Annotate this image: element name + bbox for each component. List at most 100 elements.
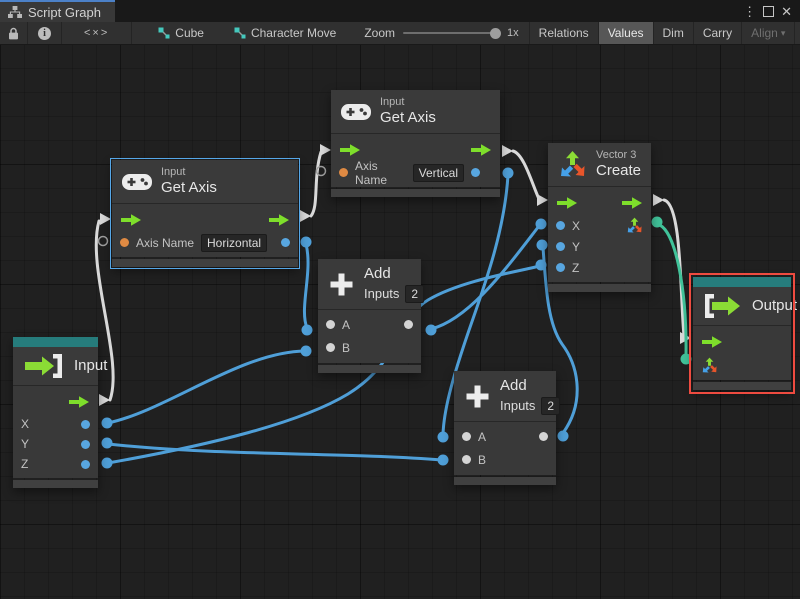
plus-icon <box>464 383 491 410</box>
node-row: Z <box>548 257 651 278</box>
node-get-axis-vertical[interactable]: Input Get Axis Axis Name Vertical <box>331 90 500 198</box>
node-add-2[interactable]: Add Inputs 2 A B <box>454 371 561 485</box>
node-header[interactable]: Output <box>693 287 797 326</box>
gamepad-icon <box>341 102 371 122</box>
node-header[interactable]: Add Inputs 2 <box>318 259 425 310</box>
input-port-dot[interactable] <box>462 432 471 441</box>
value-field[interactable]: Vertical <box>412 163 464 182</box>
tab-script-graph[interactable]: Script Graph <box>0 0 115 22</box>
input-port-dot[interactable] <box>326 320 335 329</box>
input-port-dot[interactable] <box>462 455 471 464</box>
node-row: B <box>318 336 421 359</box>
breadcrumb-label: Character Move <box>250 26 337 40</box>
vector3-result-port-icon[interactable] <box>626 217 643 234</box>
zoom-slider[interactable] <box>403 27 502 39</box>
node-header[interactable]: Input <box>13 347 107 386</box>
port-label: A <box>342 317 351 332</box>
breadcrumb-cube[interactable]: Cube <box>148 22 214 44</box>
lock-icon <box>8 27 19 40</box>
node-title: Output <box>752 297 798 314</box>
menu-icon[interactable]: ⋮ <box>743 5 756 18</box>
node-row <box>693 354 791 376</box>
output-port-dot[interactable] <box>404 320 413 329</box>
node-row: Axis Name Vertical <box>331 159 500 187</box>
input-port-dot[interactable] <box>556 263 565 273</box>
input-port-dot[interactable] <box>556 242 565 252</box>
carry-button[interactable]: Carry <box>692 22 741 44</box>
distribute-button[interactable]: Distribute ▾ <box>794 22 800 44</box>
lock-button[interactable] <box>0 22 28 44</box>
flow-in-arrow-icon <box>120 213 142 227</box>
chevron-down-icon: ▾ <box>780 27 786 38</box>
flow-in-arrow-icon <box>701 335 723 349</box>
node-footer <box>454 477 556 485</box>
node-footer <box>331 189 500 198</box>
info-button[interactable]: i <box>28 22 62 44</box>
output-port-dot[interactable] <box>81 459 90 469</box>
node-header[interactable]: Add Inputs 2 <box>454 371 561 422</box>
zoom-slider-knob[interactable] <box>490 27 502 39</box>
node-body: AB <box>318 310 421 363</box>
node-row: B <box>454 448 556 471</box>
node-subtitle: Input <box>380 96 405 108</box>
node-row: Axis Name Horizontal <box>112 232 298 253</box>
node-header[interactable]: Input Get Axis <box>112 160 298 205</box>
node-body: XYZ <box>548 187 651 283</box>
unit-color-bar <box>13 337 98 347</box>
title-bar: Script Graph ⋮ ✕ <box>0 0 800 22</box>
node-header[interactable]: Vector 3 Create <box>548 143 651 188</box>
node-row: X <box>13 414 98 434</box>
node-footer <box>318 365 421 373</box>
relations-button[interactable]: Relations <box>528 22 598 44</box>
port-label: B <box>478 452 487 467</box>
inputarrow-icon <box>23 353 65 379</box>
node-title: Get Axis <box>161 179 217 197</box>
values-button[interactable]: Values <box>597 22 653 44</box>
node-add-1[interactable]: Add Inputs 2 A B <box>318 259 425 373</box>
input-port-dot[interactable] <box>339 168 348 178</box>
input-port-dot[interactable] <box>556 221 565 231</box>
input-port-dot[interactable] <box>326 343 335 352</box>
output-port-dot[interactable] <box>281 238 290 248</box>
inputs-count-field[interactable]: 2 <box>541 397 561 415</box>
node-body <box>693 326 791 380</box>
node-get-axis-horizontal[interactable]: Input Get Axis Axis Name Horizontal <box>110 157 300 270</box>
node-row <box>548 190 651 215</box>
flow-out-arrow-icon <box>621 196 643 210</box>
align-button[interactable]: Align ▾ <box>741 22 794 44</box>
breadcrumb-character-move[interactable]: Character Move <box>224 22 346 44</box>
output-port-dot[interactable] <box>81 419 90 429</box>
value-field[interactable]: Horizontal <box>201 233 268 252</box>
input-port-dot[interactable] <box>120 238 129 248</box>
flow-out-arrow-icon <box>68 395 90 409</box>
zoom-value: 1x <box>507 27 519 39</box>
node-title: Get Axis <box>380 109 436 127</box>
maximize-icon[interactable] <box>763 5 775 17</box>
code-button[interactable]: <×> <box>62 22 133 44</box>
close-icon[interactable]: ✕ <box>781 5 792 18</box>
output-port-dot[interactable] <box>539 432 548 441</box>
node-vector3-create[interactable]: Vector 3 Create X Y Z <box>548 143 651 293</box>
output-port-dot[interactable] <box>471 168 480 178</box>
node-header[interactable]: Input Get Axis <box>331 90 500 135</box>
vector3-icon <box>558 150 587 179</box>
node-row: A <box>318 313 421 336</box>
graph-icon <box>8 6 22 18</box>
vector3-port-icon <box>701 357 718 374</box>
flow-in-arrow-icon <box>556 196 578 210</box>
node-input-unit[interactable]: Input X Y Z <box>13 337 107 488</box>
dim-button[interactable]: Dim <box>652 22 693 44</box>
node-title: Add <box>364 265 391 282</box>
tab-title: Script Graph <box>28 4 101 20</box>
flow-out-arrow-icon <box>470 143 492 157</box>
output-port-dot[interactable] <box>81 439 90 449</box>
info-icon: i <box>38 26 51 40</box>
port-label: Axis Name <box>355 158 388 187</box>
port-label: Y <box>572 239 581 254</box>
script-graph-window: Script Graph ⋮ ✕ i <×> Cube Character Mo… <box>0 0 800 599</box>
port-label: Y <box>21 437 30 451</box>
node-output-unit[interactable]: Output <box>689 273 797 394</box>
inputs-count-field[interactable]: 2 <box>405 285 425 303</box>
node-footer <box>13 480 98 488</box>
node-row: A <box>454 425 556 448</box>
